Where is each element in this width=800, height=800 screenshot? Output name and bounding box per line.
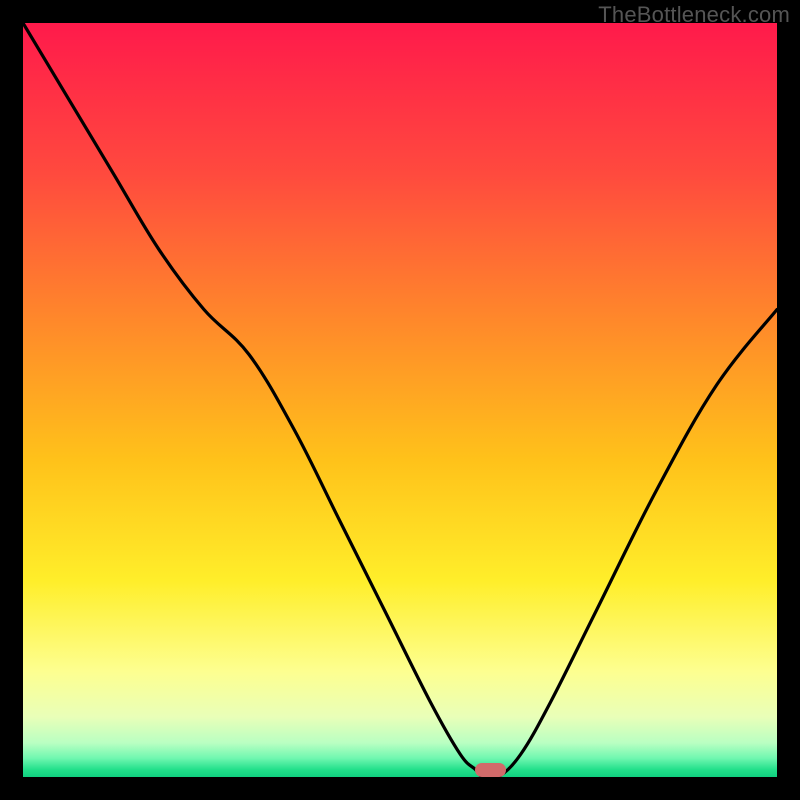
optimum-marker [475,763,505,777]
chart-frame: TheBottleneck.com [0,0,800,800]
watermark-text: TheBottleneck.com [598,2,790,28]
plot-area [23,23,777,777]
bottleneck-curve [23,23,777,777]
